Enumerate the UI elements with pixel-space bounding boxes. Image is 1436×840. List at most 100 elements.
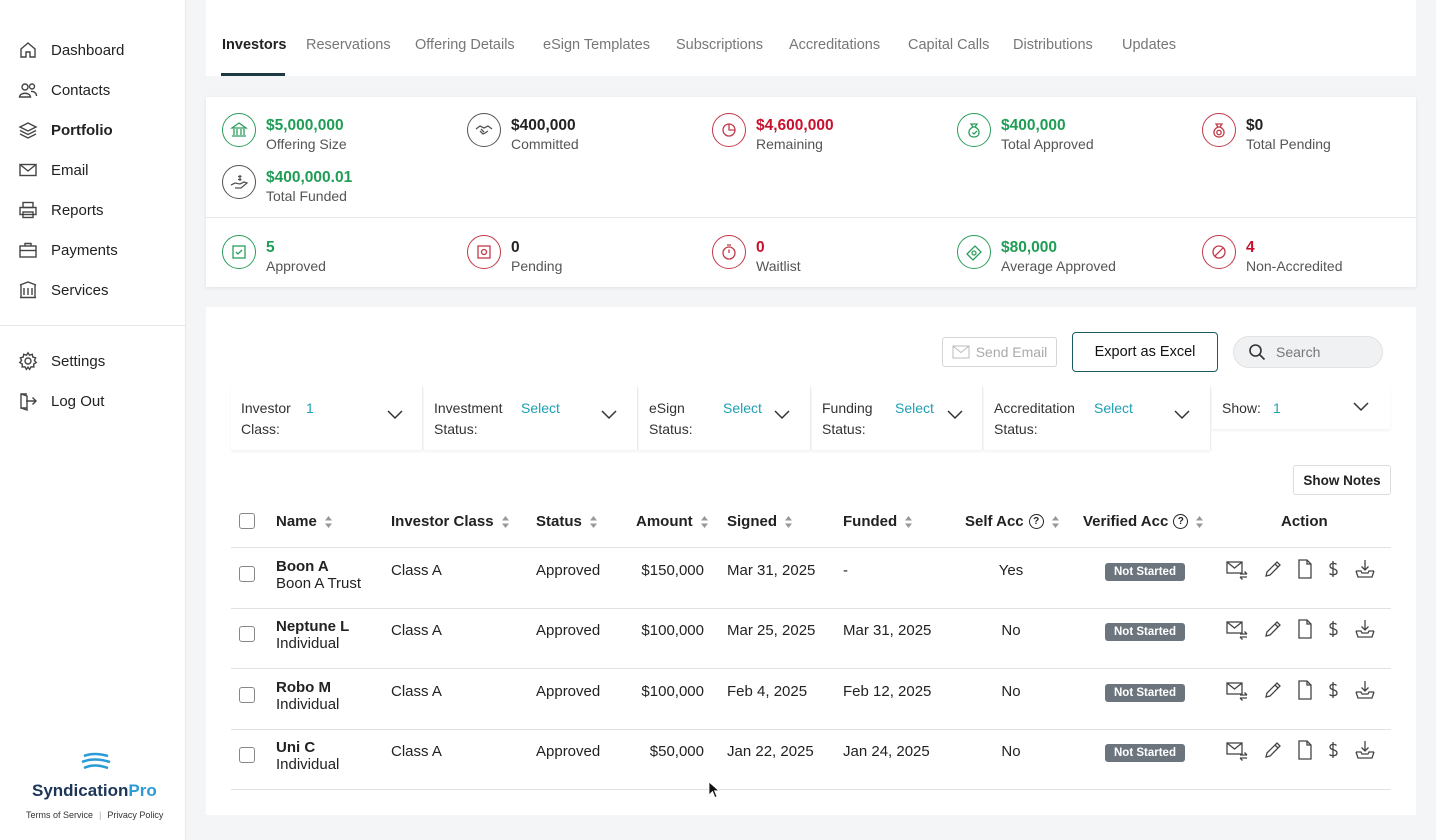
header-label: Signed [727, 513, 778, 530]
row-checkbox[interactable] [239, 747, 255, 763]
header-label: Status [536, 513, 582, 530]
money-bag-icon [957, 113, 991, 147]
sidebar-item-logout[interactable]: Log Out [18, 389, 104, 413]
document-icon[interactable] [1294, 618, 1316, 640]
sidebar-item-portfolio[interactable]: Portfolio [18, 118, 113, 142]
mail-transfer-icon[interactable] [1226, 739, 1248, 761]
column-header-self-acc[interactable]: Self Acc? [965, 513, 1059, 530]
tab-offering-details[interactable]: Offering Details [415, 37, 515, 53]
sidebar-item-payments[interactable]: Payments [18, 238, 118, 262]
self-acc-cell: No [1001, 622, 1021, 639]
sidebar-item-settings[interactable]: Settings [18, 349, 105, 373]
sidebar-item-contacts[interactable]: Contacts [18, 78, 110, 102]
investor-name[interactable]: Uni C [276, 739, 339, 756]
pencil-icon[interactable] [1262, 558, 1284, 580]
sidebar-item-services[interactable]: Services [18, 278, 109, 302]
pencil-icon[interactable] [1262, 679, 1284, 701]
chevron-down-icon [1353, 402, 1369, 412]
privacy-link[interactable]: Privacy Policy [107, 810, 163, 820]
download-tray-icon[interactable] [1354, 558, 1376, 580]
row-checkbox[interactable] [239, 566, 255, 582]
download-tray-icon[interactable] [1354, 618, 1376, 640]
dollar-icon[interactable] [1322, 618, 1344, 640]
tab-accreditations[interactable]: Accreditations [789, 37, 880, 53]
search-box[interactable] [1233, 336, 1383, 368]
sidebar-item-label: Reports [51, 201, 104, 219]
document-icon[interactable] [1294, 739, 1316, 761]
column-header-name[interactable]: Name [276, 513, 332, 530]
column-header-investor-class[interactable]: Investor Class [391, 513, 509, 530]
terms-link[interactable]: Terms of Service [26, 810, 93, 820]
sidebar-item-email[interactable]: Email [18, 158, 89, 182]
tab-capital-calls[interactable]: Capital Calls [908, 37, 989, 53]
sidebar-item-dashboard[interactable]: Dashboard [18, 38, 124, 62]
filter-value: Select [1094, 400, 1133, 416]
investor-name[interactable]: Neptune L [276, 618, 349, 635]
filter-label-line2: Status: [434, 421, 478, 437]
logo-text-part1: Syndication [32, 781, 129, 800]
funded-cell: Jan 24, 2025 [843, 743, 930, 760]
pencil-icon[interactable] [1262, 739, 1284, 761]
download-tray-icon[interactable] [1354, 739, 1376, 761]
investor-name[interactable]: Boon A [276, 558, 361, 575]
dollar-icon[interactable] [1322, 739, 1344, 761]
sidebar-item-reports[interactable]: Reports [18, 198, 104, 222]
send-email-label: Send Email [975, 344, 1048, 360]
filter-esign-status[interactable]: eSign Status: Select [639, 386, 811, 450]
logo-text-part2: Pro [128, 781, 157, 800]
tab-subscriptions[interactable]: Subscriptions [676, 37, 763, 53]
filter-label-line1: Investment [434, 400, 503, 416]
filter-accreditation-status[interactable]: Accreditation Status: Select [984, 386, 1211, 450]
export-excel-button[interactable]: Export as Excel [1072, 332, 1218, 372]
mail-transfer-icon[interactable] [1226, 679, 1248, 701]
filter-show[interactable]: Show: 1 [1212, 386, 1390, 429]
tab-updates[interactable]: Updates [1122, 37, 1176, 53]
column-header-funded[interactable]: Funded [843, 513, 913, 530]
filter-value: Select [521, 400, 560, 416]
document-icon[interactable] [1294, 679, 1316, 701]
investor-class-cell: Class A [391, 622, 442, 639]
investor-name-cell[interactable]: Boon A Boon A Trust [276, 558, 361, 592]
tab-reservations[interactable]: Reservations [306, 37, 391, 53]
help-icon[interactable]: ? [1028, 514, 1044, 529]
column-header-signed[interactable]: Signed [727, 513, 793, 530]
stopwatch-icon [712, 235, 746, 269]
send-email-button[interactable]: Send Email [942, 337, 1057, 367]
mail-transfer-icon[interactable] [1226, 618, 1248, 640]
column-header-amount[interactable]: Amount [636, 513, 708, 530]
dollar-icon[interactable] [1322, 679, 1344, 701]
document-icon[interactable] [1294, 558, 1316, 580]
sidebar-item-label: Settings [51, 352, 106, 370]
row-checkbox[interactable] [239, 626, 255, 642]
tab-esign-templates[interactable]: eSign Templates [543, 37, 650, 53]
filter-investment-status[interactable]: Investment Status: Select [424, 386, 638, 450]
stat-label: Approved [266, 258, 326, 274]
investor-name-cell[interactable]: Robo M Individual [276, 679, 339, 713]
column-header-verified-acc[interactable]: Verified Acc? [1083, 513, 1204, 530]
investor-name-cell[interactable]: Neptune L Individual [276, 618, 349, 652]
investor-name[interactable]: Robo M [276, 679, 339, 696]
help-icon[interactable]: ? [1173, 514, 1189, 529]
download-tray-icon[interactable] [1354, 679, 1376, 701]
footer-separator: | [99, 810, 102, 820]
syndicationpro-logo[interactable]: SyndicationPro [32, 752, 162, 801]
row-checkbox[interactable] [239, 687, 255, 703]
pencil-icon[interactable] [1262, 618, 1284, 640]
show-notes-button[interactable]: Show Notes [1293, 465, 1391, 495]
tab-investors[interactable]: Investors [222, 37, 286, 53]
filter-investor-class[interactable]: Investor Class: 1 [231, 386, 423, 450]
hand-money-icon [222, 165, 256, 199]
select-all-checkbox[interactable] [239, 513, 255, 529]
filter-label-line1: eSign [649, 400, 685, 416]
users-icon [18, 83, 38, 98]
column-header-status[interactable]: Status [536, 513, 597, 530]
mail-transfer-icon[interactable] [1226, 558, 1248, 580]
filter-funding-status[interactable]: Funding Status: Select [812, 386, 983, 450]
dollar-icon[interactable] [1322, 558, 1344, 580]
filter-label-line2: Status: [649, 421, 693, 437]
briefcase-icon [19, 242, 37, 258]
investor-name-cell[interactable]: Uni C Individual [276, 739, 339, 773]
filter-label: Investment Status: [434, 398, 502, 440]
tab-distributions[interactable]: Distributions [1013, 37, 1093, 53]
search-input[interactable] [1276, 344, 1366, 360]
